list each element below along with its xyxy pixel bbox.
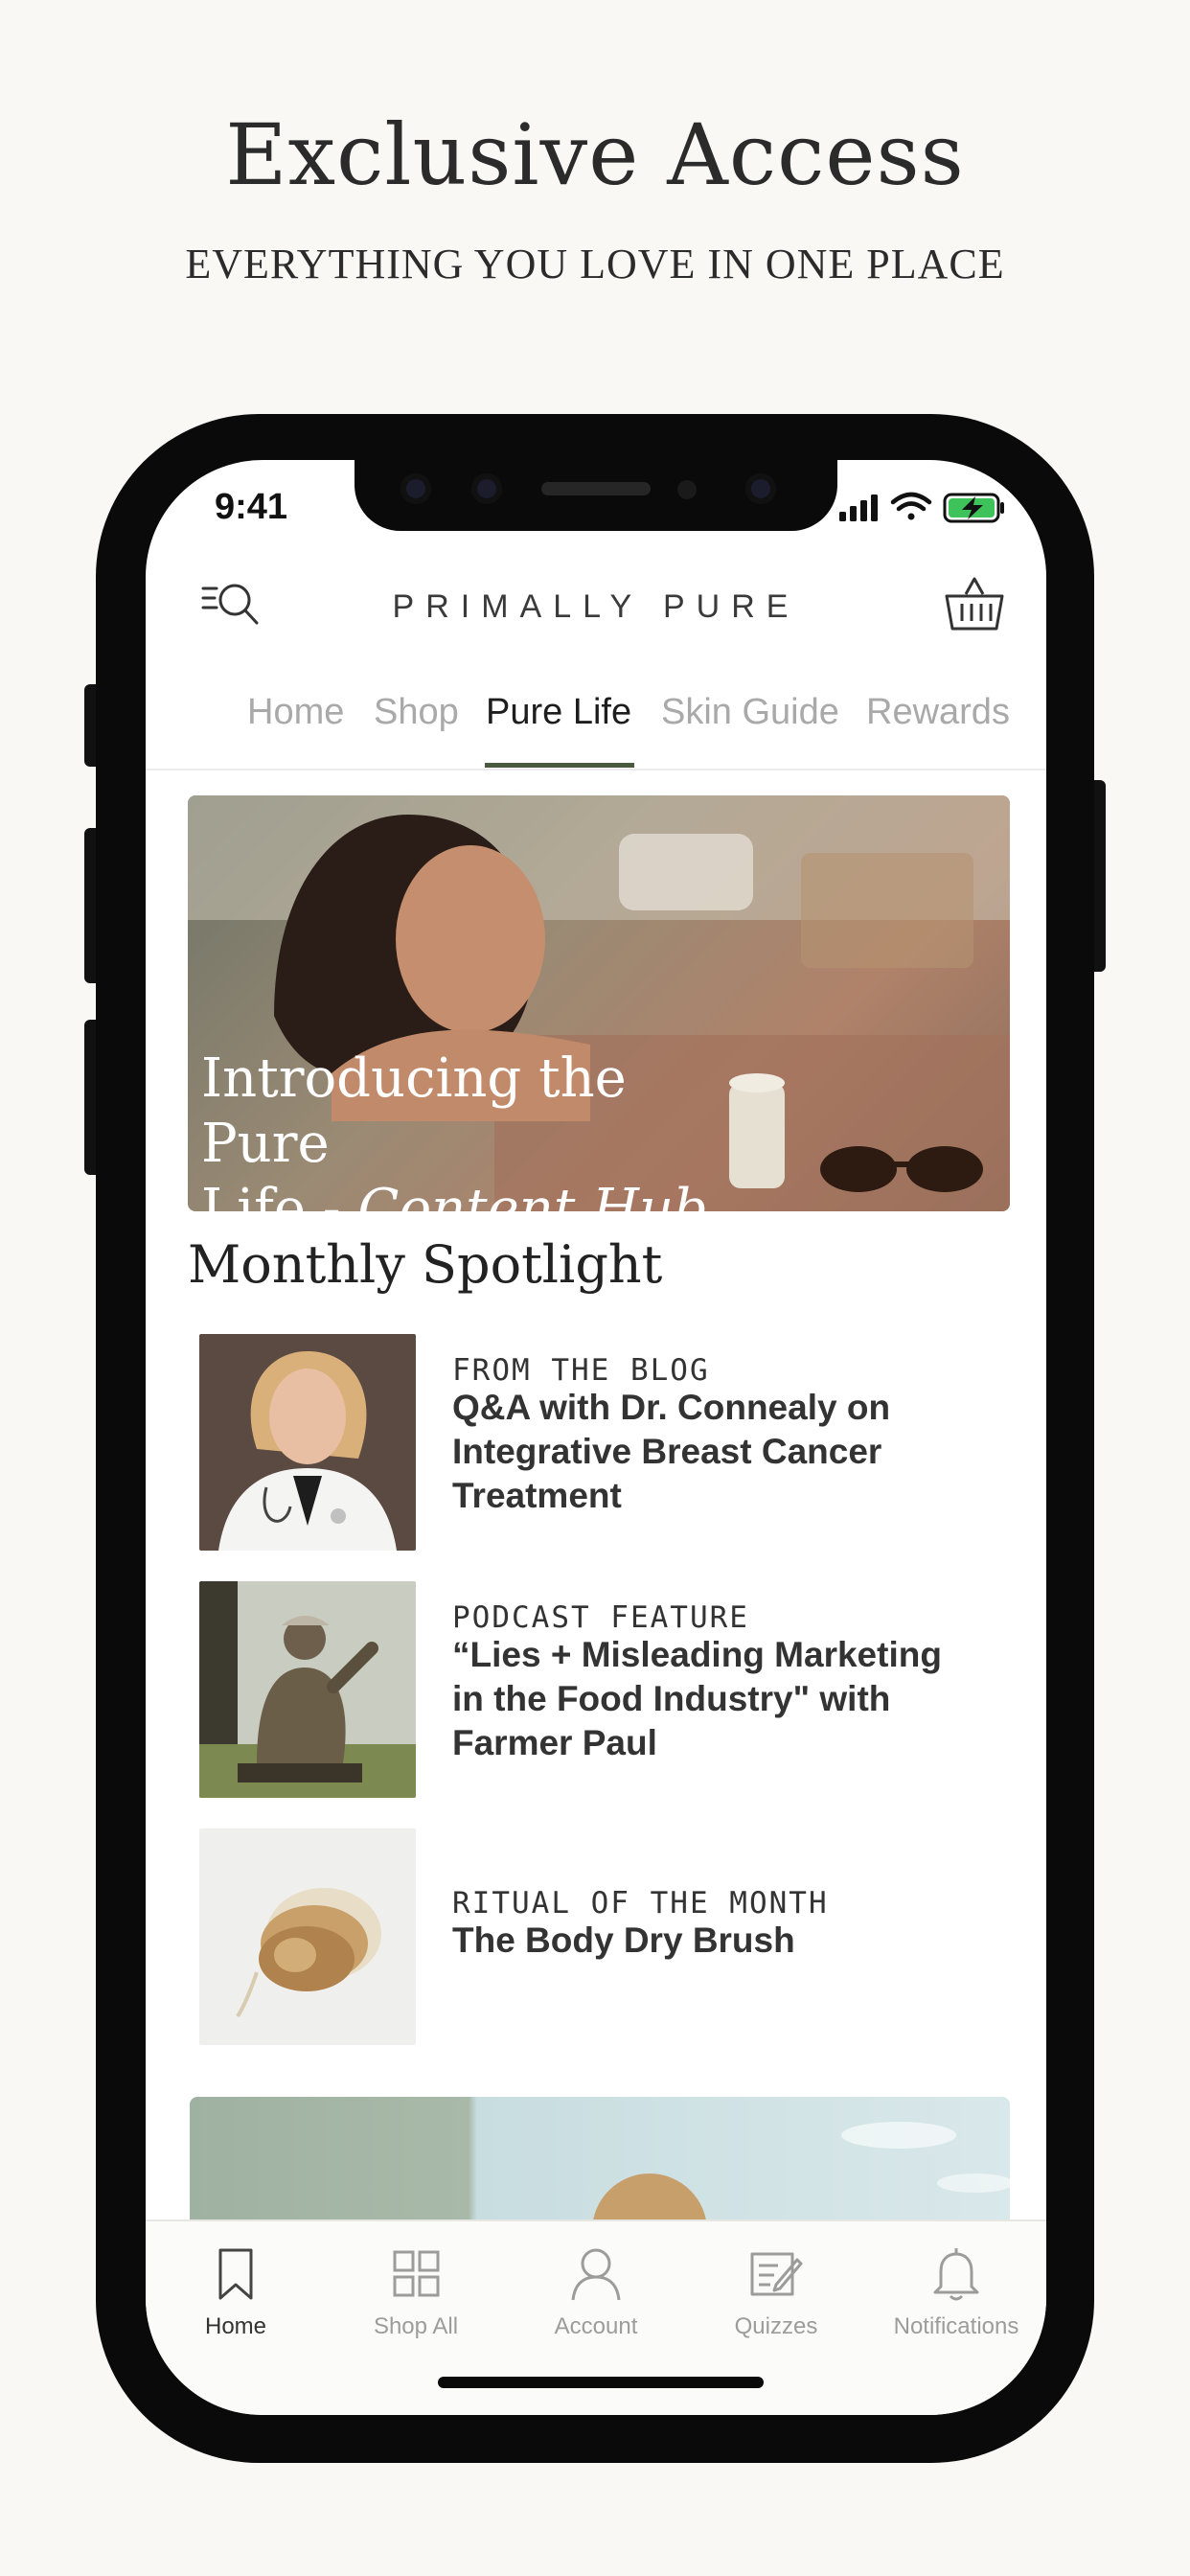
grid-icon <box>393 2250 440 2297</box>
wifi-icon <box>890 492 932 520</box>
status-icons <box>839 489 1012 527</box>
promo-subtitle: EVERYTHING YOU LOVE IN ONE PLACE <box>185 241 1005 288</box>
spotlight-item-podcast[interactable]: PODCAST FEATURE “Lies + Misleading Marke… <box>199 1581 995 1798</box>
active-tab-indicator <box>485 763 634 768</box>
content-hub-banner[interactable]: Introducing the Pure Life - Content Hub <box>188 795 1010 1211</box>
person-icon <box>571 2248 621 2301</box>
banner-line2-prefix: Life - <box>201 1178 358 1211</box>
ritual-title: The Body Dry Brush <box>452 1920 795 1960</box>
promo-title: Exclusive Access <box>225 105 965 204</box>
podcast-title: “Lies + Misleading Marketing in the Food… <box>452 1635 942 1762</box>
top-tabs: Home Shop Pure Life Skin Guide Rewards <box>146 692 1046 770</box>
app-header: PRIMALLY PURE <box>146 573 1046 650</box>
tabbar-home[interactable]: Home <box>146 2246 326 2340</box>
tabbar-quizzes-label: Quizzes <box>734 2313 818 2339</box>
blog-title: Q&A with Dr. Connealy on Integrative Bre… <box>452 1388 891 1515</box>
bell-icon <box>933 2248 979 2301</box>
tab-skin-guide[interactable]: Skin Guide <box>661 692 839 733</box>
signal-icon <box>839 494 878 521</box>
podcast-kicker: PODCAST FEATURE <box>452 1600 749 1635</box>
preview-image <box>592 2122 1010 2231</box>
blog-kicker: FROM THE BLOG <box>452 1353 710 1388</box>
status-time: 9:41 <box>215 487 288 527</box>
tab-rewards[interactable]: Rewards <box>866 692 1010 733</box>
spotlight-item-blog[interactable]: FROM THE BLOG Q&A with Dr. Connealy on I… <box>199 1334 995 1551</box>
tab-home[interactable]: Home <box>247 692 344 733</box>
tabbar-account-label: Account <box>554 2313 638 2339</box>
phone-frame: 9:41 PRIMALLY PURE Home Shop Pure Life S… <box>96 414 1094 2463</box>
next-card-preview[interactable] <box>190 2097 1010 2231</box>
tabbar-notifications-label: Notifications <box>893 2313 1019 2339</box>
ritual-thumbnail <box>199 1828 416 2045</box>
tabbar-account[interactable]: Account <box>506 2246 686 2340</box>
quiz-icon <box>750 2252 803 2296</box>
ritual-kicker: RITUAL OF THE MONTH <box>452 1886 829 1920</box>
tabbar-quizzes[interactable]: Quizzes <box>686 2246 866 2340</box>
banner-line2-italic: Content Hub <box>357 1178 708 1211</box>
tabbar-notifications[interactable]: Notifications <box>866 2246 1046 2340</box>
spotlight-title: Monthly Spotlight <box>188 1234 663 1295</box>
banner-line1: Introducing the Pure <box>201 1047 627 1175</box>
tab-shop[interactable]: Shop <box>374 692 459 733</box>
tab-pure-life[interactable]: Pure Life <box>486 692 631 733</box>
bookmark-icon <box>218 2248 253 2300</box>
podcast-thumbnail <box>199 1581 416 1798</box>
brand-logo[interactable]: PRIMALLY PURE <box>146 588 1046 626</box>
spotlight-item-ritual[interactable]: RITUAL OF THE MONTH The Body Dry Brush <box>199 1828 995 2045</box>
tabbar-shop-all-label: Shop All <box>373 2313 459 2339</box>
banner-headline: Introducing the Pure Life - Content Hub <box>201 1046 738 1211</box>
home-indicator[interactable] <box>438 2377 764 2388</box>
basket-icon[interactable] <box>943 573 1006 636</box>
tabbar-home-label: Home <box>204 2313 267 2339</box>
tabbar-shop-all[interactable]: Shop All <box>326 2246 506 2340</box>
battery-icon <box>943 493 1004 523</box>
phone-screen: 9:41 PRIMALLY PURE Home Shop Pure Life S… <box>146 460 1046 2415</box>
blog-thumbnail <box>199 1334 416 1551</box>
notch <box>355 460 837 531</box>
